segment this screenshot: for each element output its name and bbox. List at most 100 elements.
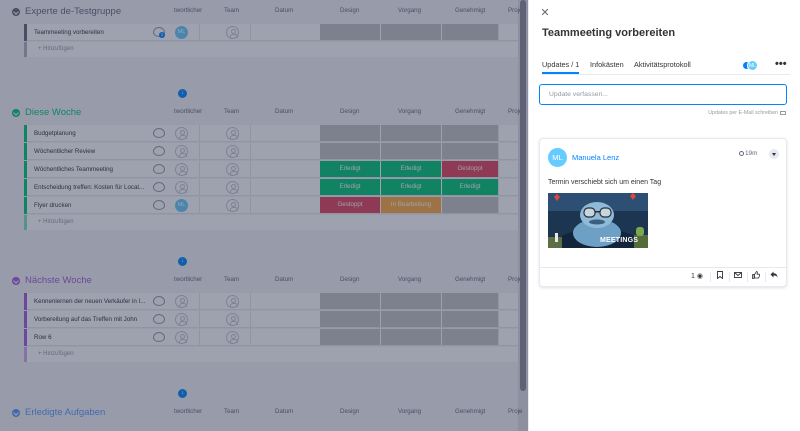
column-header-owner[interactable]: twortlicher <box>174 108 202 115</box>
team-person-icon[interactable] <box>226 199 239 212</box>
team-person-icon[interactable] <box>226 331 239 344</box>
item-name[interactable]: Vorbereitung auf das Treffen mit John <box>34 316 152 323</box>
table-row[interactable]: Wöchentliches Teammeeting Erledigt Erledig… <box>24 161 518 178</box>
item-name[interactable]: Budgetplanung <box>34 130 152 137</box>
column-header-design[interactable]: Design <box>340 108 359 115</box>
subscribers-icon[interactable]: ML <box>743 60 760 71</box>
status-cell-approved[interactable] <box>442 143 498 159</box>
table-row[interactable]: Entscheidung treffen: Kosten für Locat..… <box>24 179 518 196</box>
sort-arrow-icon[interactable]: ↓ <box>178 257 187 266</box>
owner-avatar[interactable]: ML <box>175 26 188 39</box>
tab-updates[interactable]: Updates / 1 <box>542 60 580 74</box>
status-cell-process[interactable]: Erledigt <box>381 161 441 177</box>
bookmark-icon[interactable] <box>713 271 727 283</box>
status-cell-design[interactable] <box>320 311 380 327</box>
table-row[interactable]: Kennenlernen der neuen Verkäufer in I... <box>24 293 518 310</box>
status-cell-design[interactable] <box>320 125 380 141</box>
column-header-owner[interactable]: twortlicher <box>174 408 202 415</box>
column-header-team[interactable]: Team <box>224 408 239 415</box>
status-cell-design[interactable]: Erledigt <box>320 179 380 195</box>
scrollbar-thumb[interactable] <box>520 0 526 391</box>
group-collapse-chevron-icon[interactable] <box>12 409 20 417</box>
tab-infokaesten[interactable]: Infokästen <box>590 60 624 69</box>
status-cell-process[interactable] <box>381 311 441 327</box>
group-title[interactable]: Nächste Woche <box>25 275 92 286</box>
table-row[interactable]: Wöchentlicher Review <box>24 143 518 160</box>
group-title[interactable]: Diese Woche <box>25 107 81 118</box>
group-collapse-chevron-icon[interactable] <box>12 277 20 285</box>
column-header-approved[interactable]: Genehmigt <box>455 408 485 415</box>
table-row[interactable]: Teammeeting vorbereiten 1 ML <box>24 24 518 41</box>
team-person-icon[interactable] <box>226 26 239 39</box>
column-header-approved[interactable]: Genehmigt <box>455 108 485 115</box>
status-cell-approved[interactable] <box>442 293 498 309</box>
seen-by-button[interactable]: 1 ◉ <box>686 271 708 283</box>
column-header-date[interactable]: Datum <box>275 408 293 415</box>
like-icon[interactable] <box>749 271 763 283</box>
status-cell-process[interactable] <box>381 143 441 159</box>
item-name[interactable]: Wöchentliches Teammeeting <box>34 166 152 173</box>
status-cell-approved[interactable] <box>442 125 498 141</box>
item-name[interactable]: Kennenlernen der neuen Verkäufer in I... <box>34 298 152 305</box>
column-header-process[interactable]: Vorgang <box>398 108 421 115</box>
group-collapse-chevron-icon[interactable] <box>12 109 20 117</box>
team-person-icon[interactable] <box>226 127 239 140</box>
more-options-icon[interactable]: ••• <box>775 58 787 70</box>
board-scrollbar[interactable] <box>518 0 528 431</box>
table-row[interactable]: Row 6 <box>24 329 518 346</box>
column-header-design[interactable]: Design <box>340 7 359 14</box>
column-header-team[interactable]: Team <box>224 276 239 283</box>
person-icon[interactable] <box>175 145 188 158</box>
reply-icon[interactable] <box>767 271 781 283</box>
sort-arrow-icon[interactable]: ↓ <box>178 89 187 98</box>
owner-avatar[interactable]: ML <box>175 199 188 212</box>
person-icon[interactable] <box>175 313 188 326</box>
column-header-process[interactable]: Vorgang <box>398 276 421 283</box>
column-header-owner[interactable]: twortlicher <box>174 276 202 283</box>
item-name[interactable]: Entscheidung treffen: Kosten für Locat..… <box>34 184 152 191</box>
column-header-owner[interactable]: twortlicher <box>174 7 202 14</box>
team-person-icon[interactable] <box>226 163 239 176</box>
column-header-team[interactable]: Team <box>224 108 239 115</box>
add-item-row[interactable]: + Hinzufügen <box>24 215 518 230</box>
item-name[interactable]: Row 6 <box>34 334 152 341</box>
group-collapse-chevron-icon[interactable] <box>12 8 20 16</box>
tab-activity-log[interactable]: Aktivitätsprotokoll <box>634 60 691 69</box>
status-cell-approved[interactable] <box>442 311 498 327</box>
updates-bubble-icon[interactable] <box>153 332 165 342</box>
team-person-icon[interactable] <box>226 295 239 308</box>
column-header-design[interactable]: Design <box>340 276 359 283</box>
updates-bubble-icon[interactable] <box>153 164 165 174</box>
status-cell-approved[interactable]: Erledigt <box>442 179 498 195</box>
status-cell-design[interactable]: Erledigt <box>320 161 380 177</box>
column-header-approved[interactable]: Genehmigt <box>455 276 485 283</box>
author-avatar[interactable]: ML <box>548 148 567 167</box>
updates-bubble-icon[interactable] <box>153 296 165 306</box>
status-cell-approved[interactable] <box>442 197 498 213</box>
table-row[interactable]: Flyer drucken ML Gestoppt In Bearbeitung <box>24 197 518 214</box>
status-cell-process[interactable]: In Bearbeitung <box>381 197 441 213</box>
updates-bubble-icon[interactable]: 1 <box>153 27 165 38</box>
updates-bubble-icon[interactable] <box>153 182 165 192</box>
item-name[interactable]: Wöchentlicher Review <box>34 148 152 155</box>
table-row[interactable]: Vorbereitung auf das Treffen mit John <box>24 311 518 328</box>
updates-bubble-icon[interactable] <box>153 314 165 324</box>
status-cell-design[interactable] <box>320 293 380 309</box>
meetings-gif-image[interactable]: MEETINGS <box>548 193 648 248</box>
sort-arrow-icon[interactable]: ↓ <box>178 389 187 398</box>
column-header-date[interactable]: Datum <box>275 108 293 115</box>
status-cell-process[interactable]: Erledigt <box>381 179 441 195</box>
status-cell-process[interactable] <box>381 24 441 40</box>
column-header-process[interactable]: Vorgang <box>398 408 421 415</box>
status-cell-approved[interactable] <box>442 329 498 345</box>
team-person-icon[interactable] <box>226 145 239 158</box>
updates-bubble-icon[interactable] <box>153 128 165 138</box>
column-header-approved[interactable]: Genehmigt <box>455 7 485 14</box>
status-cell-approved[interactable] <box>442 24 498 40</box>
column-header-design[interactable]: Design <box>340 408 359 415</box>
add-item-row[interactable]: + Hinzufügen <box>24 42 518 57</box>
person-icon[interactable] <box>175 181 188 194</box>
status-cell-process[interactable] <box>381 125 441 141</box>
updates-bubble-icon[interactable] <box>153 200 165 210</box>
group-title[interactable]: Erledigte Aufgaben <box>25 407 105 418</box>
